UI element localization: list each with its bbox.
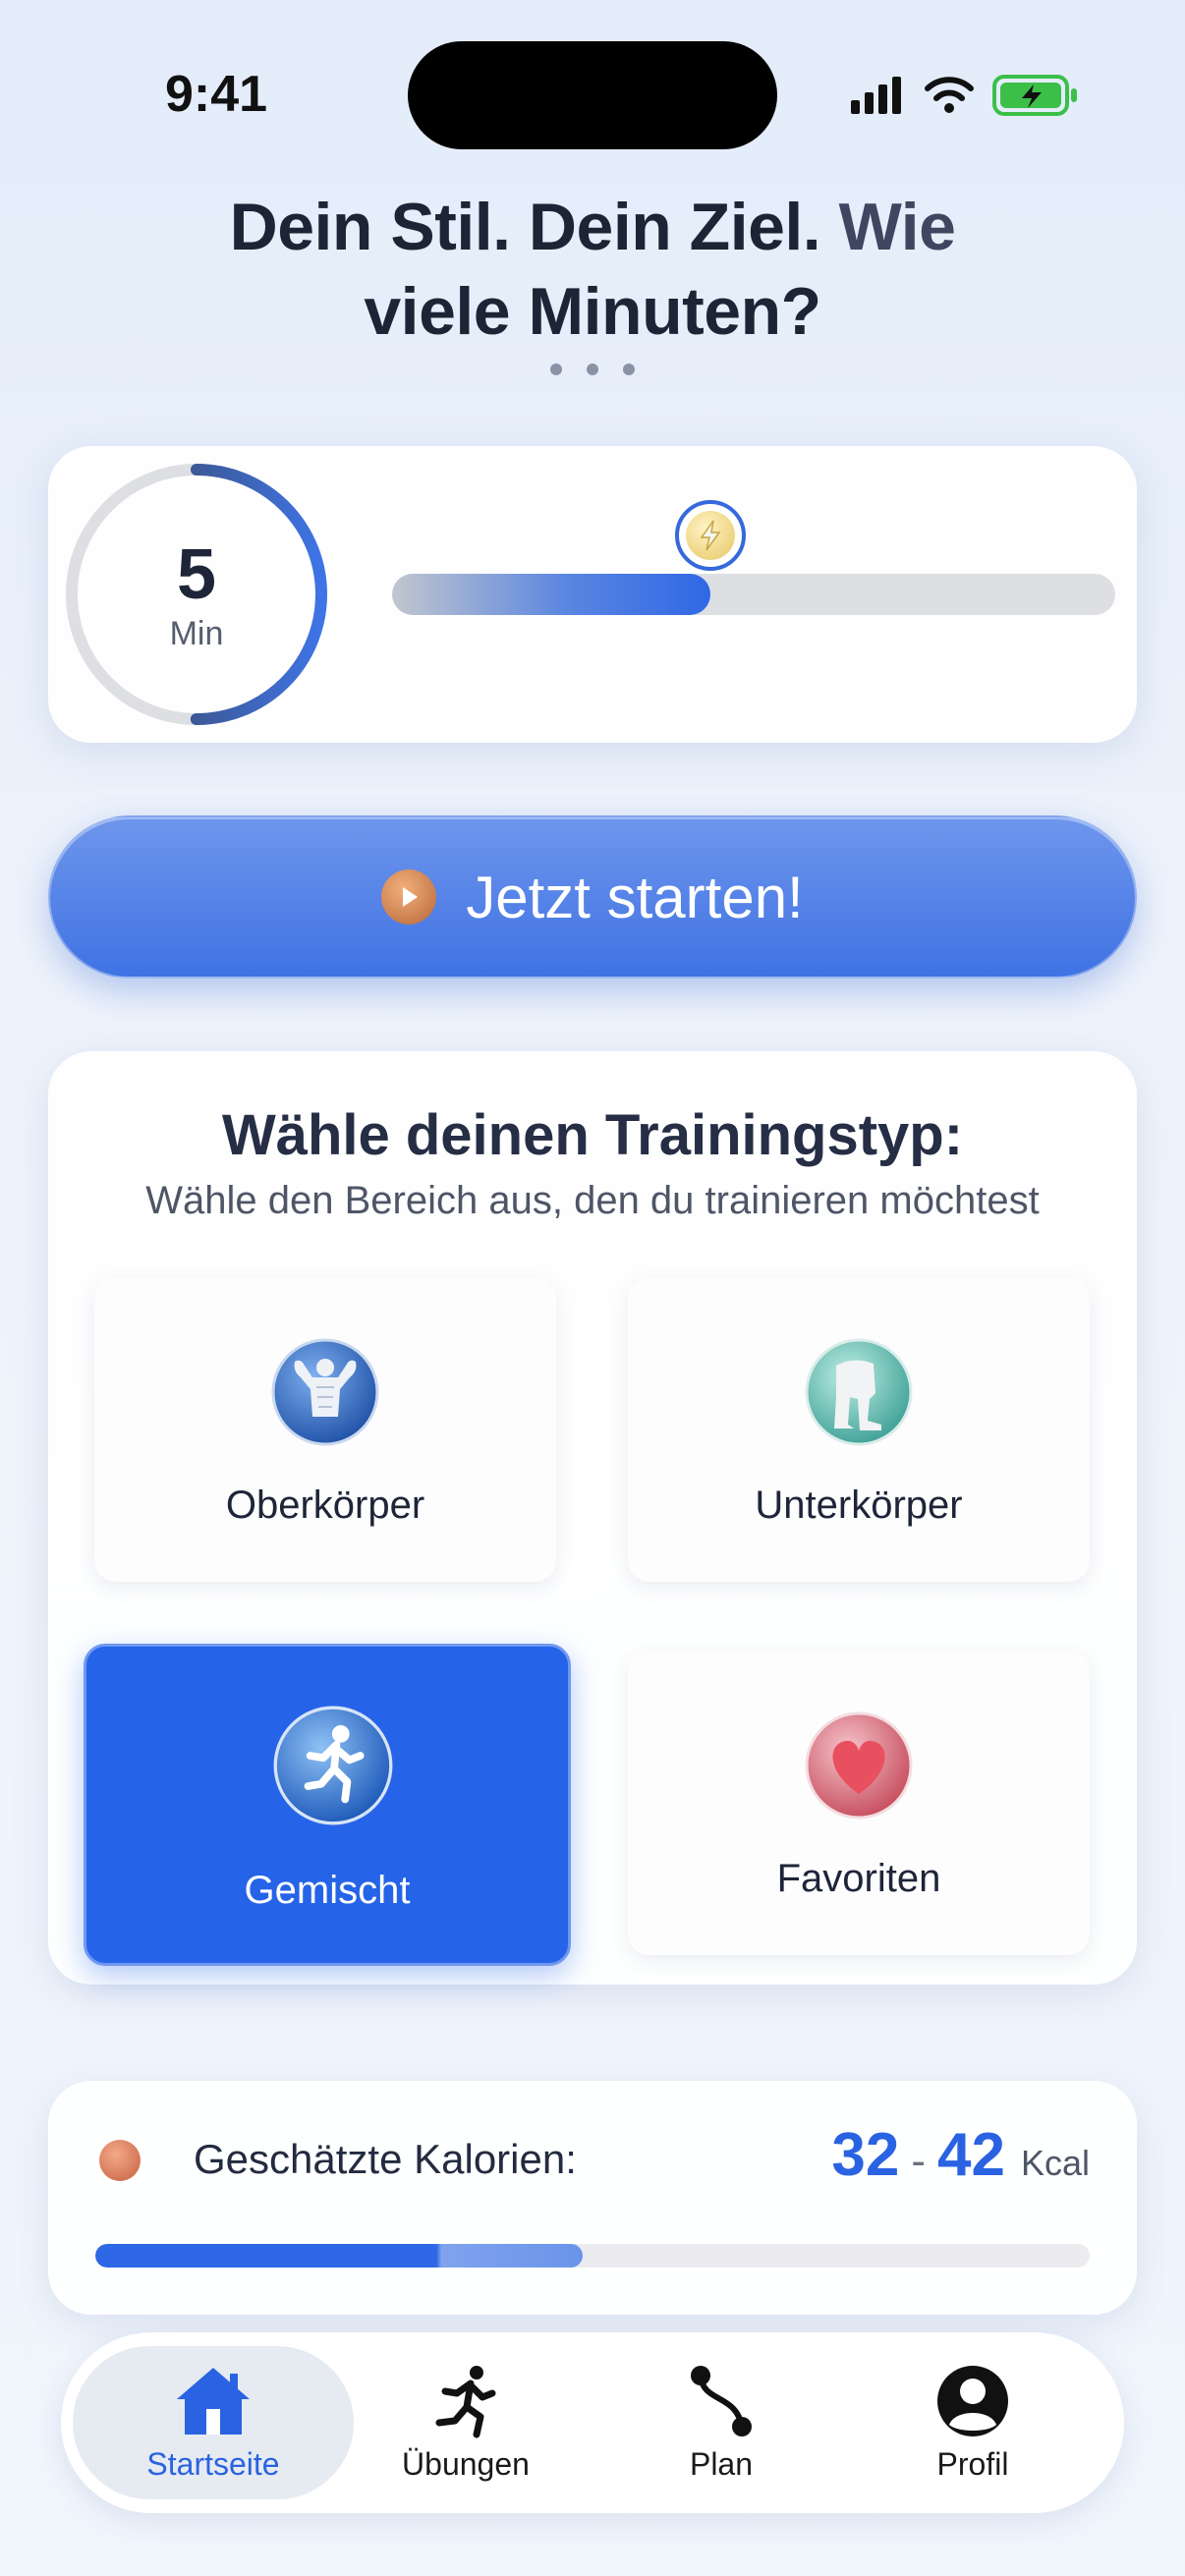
signal-icon: [851, 77, 901, 114]
tab-label: Plan: [689, 2445, 754, 2482]
calories-card: Geschätzte Kalorien: 32 - 42 Kcal: [48, 2081, 1137, 2315]
running-icon: [435, 2365, 496, 2437]
page-dot: [587, 364, 598, 375]
page-indicator: [550, 360, 635, 379]
battery-icon: [992, 75, 1077, 116]
tab-home[interactable]: Startseite: [73, 2346, 354, 2499]
tab-label: Übungen: [402, 2445, 530, 2482]
duration-card: 5 Min: [48, 446, 1137, 743]
training-type-card: Wähle deinen Trainingstyp: Wähle den Ber…: [48, 1051, 1137, 1985]
page-dot: [550, 364, 562, 375]
home-icon: [177, 2367, 250, 2435]
duration-slider-fill: [392, 574, 710, 615]
calories-separator: -: [911, 2137, 926, 2185]
route-icon: [691, 2365, 752, 2436]
status-time: 9:41: [165, 66, 268, 123]
headline-part-1: Dein Stil. Dein Ziel.: [229, 190, 821, 264]
start-button[interactable]: Jetzt starten!: [48, 815, 1137, 979]
flexed-torso-icon: [271, 1338, 379, 1446]
training-option-label: Gemischt: [244, 1869, 411, 1912]
calories-max: 42: [937, 2121, 1005, 2189]
tab-profile[interactable]: Profil: [855, 2346, 1091, 2499]
status-bar: 9:41: [0, 0, 1185, 187]
training-option-lower-body[interactable]: Unterkörper: [628, 1277, 1090, 1582]
tab-exercises[interactable]: Übungen: [348, 2346, 584, 2499]
training-option-favorites[interactable]: Favoriten: [628, 1651, 1090, 1955]
training-option-label: Unterkörper: [755, 1484, 963, 1527]
start-button-label: Jetzt starten!: [466, 864, 804, 930]
status-icons: [851, 75, 1077, 116]
profile-icon: [937, 2365, 1008, 2436]
page-headline: Dein Stil. Dein Ziel. Wie viele Minuten?: [118, 185, 1067, 354]
tab-label: Profil: [936, 2445, 1009, 2482]
calories-bar-fill: [95, 2244, 583, 2268]
calories-unit: Kcal: [1020, 2143, 1090, 2183]
legs-icon: [805, 1338, 913, 1446]
headline-part-2: Wie: [838, 190, 956, 264]
running-person-icon: [273, 1706, 393, 1825]
tab-plan[interactable]: Plan: [603, 2346, 839, 2499]
duration-value: 5: [176, 535, 217, 614]
duration-slider[interactable]: [392, 574, 1115, 615]
lightning-icon: [685, 511, 735, 560]
headline-part-3: viele Minuten?: [364, 274, 821, 349]
calories-min: 32: [831, 2121, 900, 2189]
duration-slider-thumb[interactable]: [674, 500, 746, 571]
heart-icon: [805, 1711, 913, 1820]
bottom-tab-bar: Startseite Übungen Plan Profil: [61, 2332, 1124, 2513]
flame-icon: [99, 2140, 141, 2181]
training-option-label: Oberkörper: [225, 1484, 425, 1527]
page-dot: [623, 364, 635, 375]
training-option-upper-body[interactable]: Oberkörper: [94, 1277, 556, 1582]
calories-range: 32 - 42 Kcal: [831, 2120, 1090, 2190]
calories-label: Geschätzte Kalorien:: [194, 2136, 577, 2182]
duration-unit: Min: [169, 615, 224, 652]
training-option-mixed[interactable]: Gemischt: [84, 1644, 571, 1966]
dynamic-island: [408, 41, 777, 149]
training-type-subtitle: Wähle den Bereich aus, den du trainieren…: [145, 1179, 1040, 1222]
wifi-icon: [925, 77, 974, 113]
tab-label: Startseite: [146, 2445, 280, 2482]
training-option-label: Favoriten: [776, 1857, 941, 1900]
calories-bar: [95, 2244, 1090, 2268]
play-icon: [381, 869, 437, 924]
training-type-title: Wähle deinen Trainingstyp:: [221, 1103, 964, 1167]
